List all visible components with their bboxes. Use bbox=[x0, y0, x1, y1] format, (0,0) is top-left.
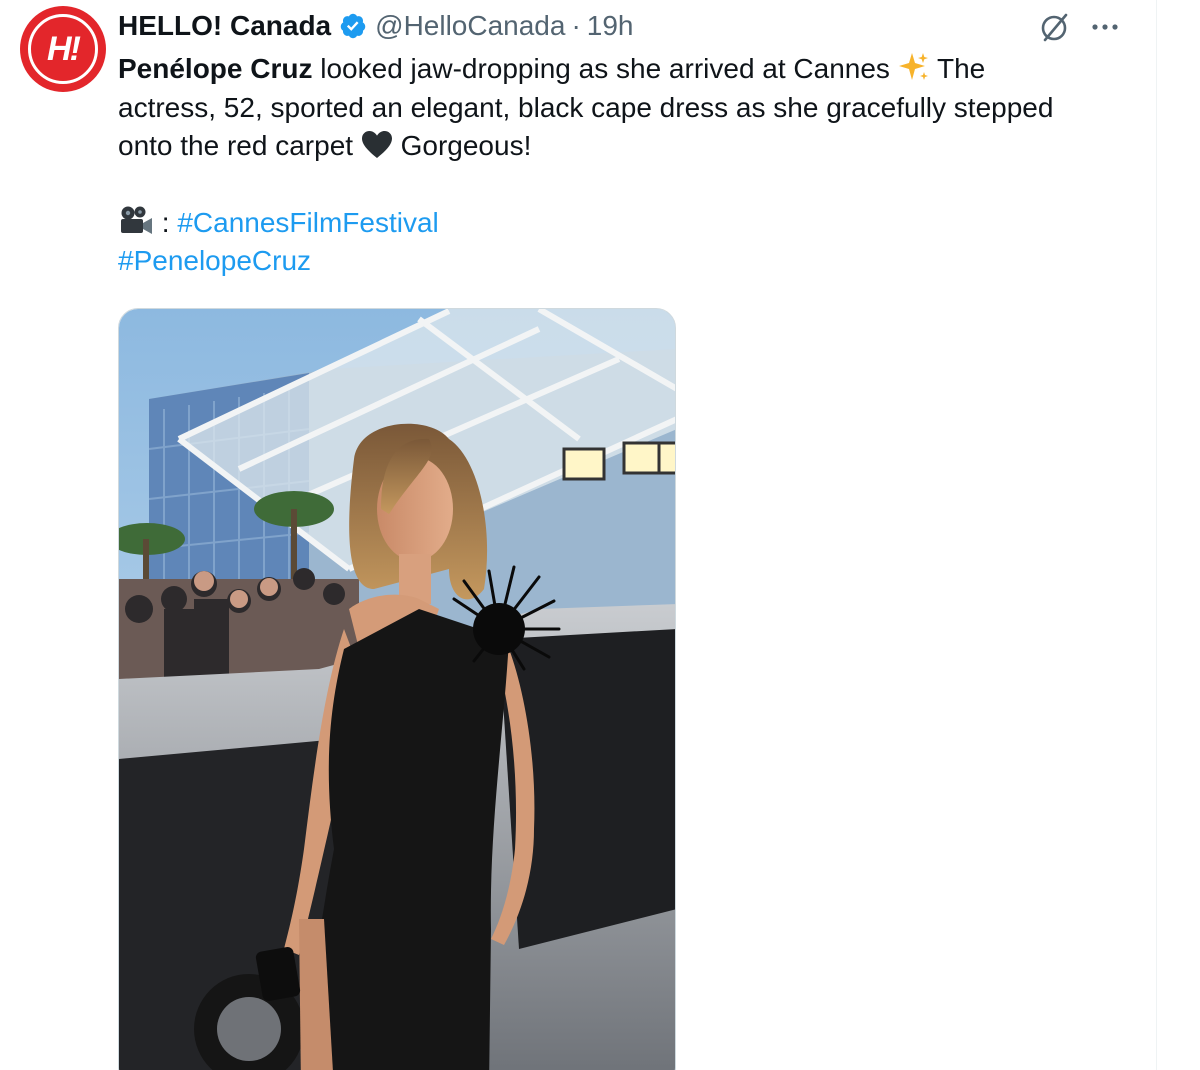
sparkles-emoji bbox=[898, 53, 928, 80]
display-name[interactable]: HELLO! Canada bbox=[118, 10, 331, 42]
more-icon[interactable] bbox=[1088, 12, 1122, 42]
tweet-text-part: looked jaw-dropping as she arrived at Ca… bbox=[312, 53, 898, 84]
grok-icon[interactable] bbox=[1036, 10, 1072, 46]
tweet-line-hashtags: : #CannesFilmFestival bbox=[118, 204, 1138, 243]
avatar[interactable]: H! bbox=[20, 6, 106, 92]
tweet-text-part: The bbox=[929, 53, 986, 84]
tweet-line-2: actress, 52, sported an elegant, black c… bbox=[118, 91, 1054, 123]
avatar-logo-text: H! bbox=[47, 29, 81, 68]
tweet-text: Penélope Cruz looked jaw-dropping as she… bbox=[118, 50, 1138, 281]
tweet-media-photo[interactable] bbox=[118, 308, 676, 1070]
black-heart-emoji bbox=[361, 131, 392, 158]
hashtag-penelope[interactable]: #PenelopeCruz bbox=[118, 242, 1138, 281]
verified-badge-icon[interactable] bbox=[339, 12, 367, 40]
timestamp[interactable]: 19h bbox=[587, 10, 634, 42]
separator-dot: · bbox=[571, 10, 581, 41]
user-handle[interactable]: @HelloCanada bbox=[375, 10, 565, 42]
hashtag-colon: : bbox=[154, 206, 178, 238]
photo-illustration bbox=[119, 309, 675, 1070]
tweet-text-part: onto the red carpet bbox=[118, 130, 361, 161]
hashtag-cannes[interactable]: #CannesFilmFestival bbox=[177, 207, 438, 238]
avatar-ring: H! bbox=[28, 14, 98, 84]
tweet-line-1: Penélope Cruz looked jaw-dropping as she… bbox=[118, 50, 1138, 89]
tweet-page: H! HELLO! Canada @HelloCanada · 19h Pené… bbox=[0, 0, 1200, 1070]
timeline-border bbox=[1156, 0, 1157, 1070]
tweet-text-part: Gorgeous! bbox=[392, 130, 532, 161]
tweet-line-3: onto the red carpet Gorgeous! bbox=[118, 127, 1138, 166]
mention-name: Penélope Cruz bbox=[118, 53, 313, 84]
tweet-header: HELLO! Canada @HelloCanada · 19h bbox=[118, 8, 634, 44]
movie-camera-emoji bbox=[121, 206, 152, 234]
